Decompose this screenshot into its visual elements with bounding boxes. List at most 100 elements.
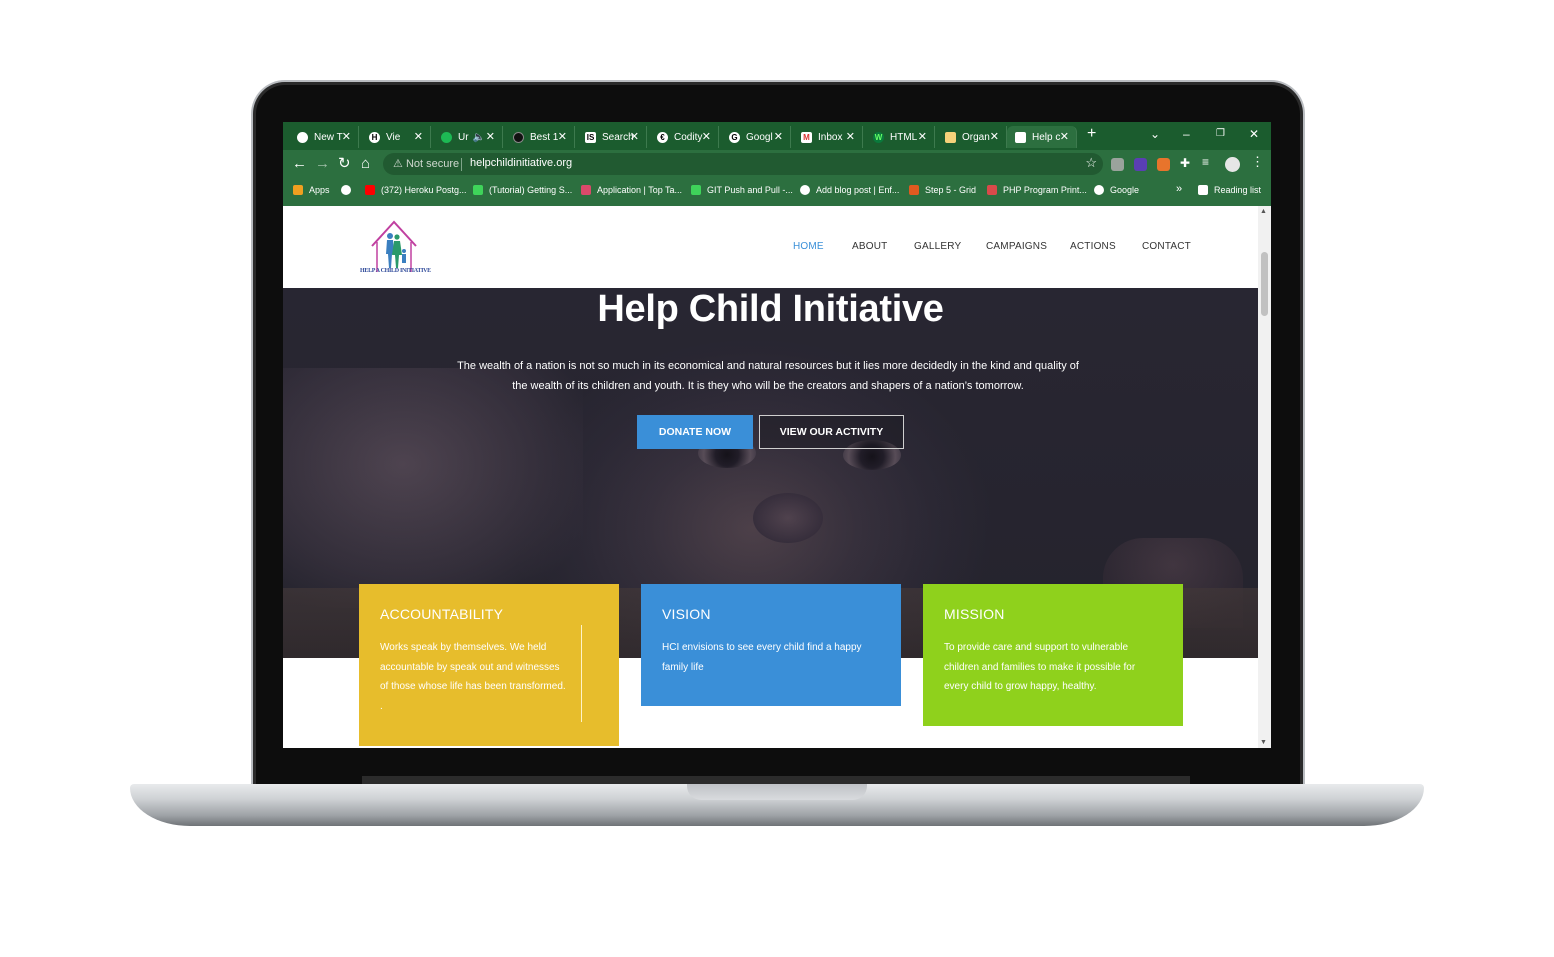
accountability-card: ACCOUNTABILITY Works speak by themselves… <box>359 584 619 746</box>
apps-grid-icon <box>293 185 303 195</box>
browser-tab[interactable]: New T ✕ <box>289 126 359 148</box>
bookmark-item[interactable]: PHP Program Print... <box>987 185 1087 195</box>
warning-icon: ⚠ <box>393 158 403 170</box>
codility-icon: € <box>657 131 668 143</box>
card-title: VISION <box>662 606 711 622</box>
puzzle-icon[interactable]: ✚ <box>1180 156 1193 170</box>
bookmark-globe[interactable] <box>341 185 357 195</box>
bookmark-item[interactable]: Google <box>1094 185 1139 195</box>
reading-list-icon <box>1198 185 1208 195</box>
card-text: To provide care and support to vulnerabl… <box>944 642 1136 692</box>
not-secure-warning[interactable]: ⚠ Not secure <box>393 157 459 170</box>
bookmark-apps[interactable]: Apps <box>293 185 330 195</box>
view-activity-button[interactable]: VIEW OUR ACTIVITY <box>759 415 904 449</box>
hero-text: The wealth of a nation is not so much in… <box>457 360 1079 392</box>
browser-tab-bar: New T ✕ H Vie ✕ Ur 🔈 ✕ Best 1 ✕ IS Search ✕ € Cod… <box>283 122 1271 150</box>
bookmark-favicon-icon <box>909 185 919 195</box>
bookmark-item[interactable]: Add blog post | Enf... <box>800 185 899 195</box>
close-tab-icon[interactable]: ✕ <box>774 130 783 143</box>
spotify-icon <box>441 131 452 143</box>
donate-now-button[interactable]: DONATE NOW <box>637 415 753 449</box>
close-tab-icon[interactable]: ✕ <box>918 130 927 143</box>
analytics-icon[interactable] <box>1157 158 1170 171</box>
scroll-down-icon[interactable]: ▼ <box>1260 739 1267 746</box>
reload-icon[interactable]: ↻ <box>338 155 351 173</box>
w-icon: W <box>873 131 884 143</box>
datacamp-icon <box>473 185 483 195</box>
datacamp-icon <box>691 185 701 195</box>
close-tab-icon[interactable]: ✕ <box>486 130 495 143</box>
close-tab-icon[interactable]: ✕ <box>702 130 711 143</box>
scroll-up-icon[interactable]: ▲ <box>1260 208 1267 215</box>
bookmark-star-icon[interactable]: ☆ <box>1085 155 1097 171</box>
browser-tab[interactable]: M Inbox ✕ <box>793 126 863 148</box>
more-bookmarks-icon[interactable]: » <box>1176 183 1182 195</box>
forward-icon[interactable]: → <box>315 155 330 173</box>
note-icon <box>945 131 956 143</box>
card-text: Works speak by themselves. We held accou… <box>380 642 566 712</box>
scroll-thumb[interactable] <box>1261 252 1268 316</box>
menu-icon[interactable]: ⋮ <box>1251 154 1264 169</box>
is-icon: IS <box>585 131 596 143</box>
card-title: ACCOUNTABILITY <box>380 606 504 622</box>
gmail-icon: M <box>801 131 812 143</box>
close-tab-icon[interactable]: ✕ <box>558 130 567 143</box>
extension-badge-icon[interactable] <box>1134 158 1147 171</box>
page-scrollbar[interactable]: ▲ ▼ <box>1258 206 1271 748</box>
close-tab-icon[interactable]: ✕ <box>1060 130 1069 143</box>
nav-home[interactable]: HOME <box>793 241 824 252</box>
restore-icon[interactable]: ❐ <box>1216 128 1225 139</box>
back-icon[interactable]: ← <box>292 155 307 173</box>
globe-icon <box>341 185 351 195</box>
bookmark-item[interactable]: (Tutorial) Getting S... <box>473 185 572 195</box>
card-title: MISSION <box>944 606 1005 622</box>
close-tab-icon[interactable]: ✕ <box>846 130 855 143</box>
browser-tab[interactable]: Best 1 ✕ <box>505 126 575 148</box>
mission-card: MISSION To provide care and support to v… <box>923 584 1183 726</box>
close-tab-icon[interactable]: ✕ <box>342 130 351 143</box>
nav-about[interactable]: ABOUT <box>852 241 887 252</box>
browser-tab[interactable]: H Vie ✕ <box>361 126 431 148</box>
bookmark-item[interactable]: (372) Heroku Postg... <box>365 185 467 195</box>
nav-campaigns[interactable]: CAMPAIGNS <box>986 241 1047 252</box>
google-icon <box>1094 185 1104 195</box>
bookmark-item[interactable]: Step 5 - Grid <box>909 185 976 195</box>
close-tab-icon[interactable]: ✕ <box>630 130 639 143</box>
nav-contact[interactable]: CONTACT <box>1142 241 1191 252</box>
laptop-notch <box>687 784 867 800</box>
address-bar[interactable]: ⚠ Not secure helpchildinitiative.org ☆ <box>383 153 1103 175</box>
browser-tab[interactable]: IS Search ✕ <box>577 126 647 148</box>
new-tab-icon[interactable]: + <box>1087 125 1096 143</box>
browser-tab-active[interactable]: Help c ✕ <box>1007 126 1077 148</box>
bookmark-item[interactable]: GIT Push and Pull -... <box>691 185 793 195</box>
bookmark-item[interactable]: Application | Top Ta... <box>581 185 682 195</box>
youtube-icon <box>365 185 375 195</box>
close-tab-icon[interactable]: ✕ <box>990 130 999 143</box>
home-icon[interactable]: ⌂ <box>361 155 370 173</box>
browser-tab[interactable]: Ur 🔈 ✕ <box>433 126 503 148</box>
nav-gallery[interactable]: GALLERY <box>914 241 961 252</box>
bookmark-favicon-icon <box>987 185 997 195</box>
url-text: helpchildinitiative.org <box>470 157 573 169</box>
nav-actions[interactable]: ACTIONS <box>1070 241 1116 252</box>
globe-icon <box>800 185 810 195</box>
reading-list-button[interactable]: Reading list <box>1198 185 1261 195</box>
speaker-icon: 🔈 <box>472 131 486 143</box>
playlist-icon[interactable]: ≡ <box>1202 155 1215 169</box>
google-icon: G <box>729 131 740 143</box>
chrome-icon <box>297 131 308 143</box>
browser-tab[interactable]: G Googl ✕ <box>721 126 791 148</box>
close-window-icon[interactable]: ✕ <box>1249 127 1259 141</box>
camera-icon[interactable] <box>1111 158 1124 171</box>
site-icon <box>1015 131 1026 143</box>
browser-tab[interactable]: € Codity ✕ <box>649 126 719 148</box>
laptop-screen: New T ✕ H Vie ✕ Ur 🔈 ✕ Best 1 ✕ IS Search ✕ € Cod… <box>283 122 1271 748</box>
browser-tab[interactable]: W HTML ✕ <box>865 126 935 148</box>
browser-tab[interactable]: Organ ✕ <box>937 126 1007 148</box>
url-divider <box>461 158 462 171</box>
avatar[interactable] <box>1225 157 1240 172</box>
minimize-icon[interactable]: – <box>1183 127 1190 141</box>
tab-search-icon[interactable]: ⌄ <box>1150 127 1160 141</box>
close-tab-icon[interactable]: ✕ <box>414 130 423 143</box>
pin-icon <box>581 185 591 195</box>
